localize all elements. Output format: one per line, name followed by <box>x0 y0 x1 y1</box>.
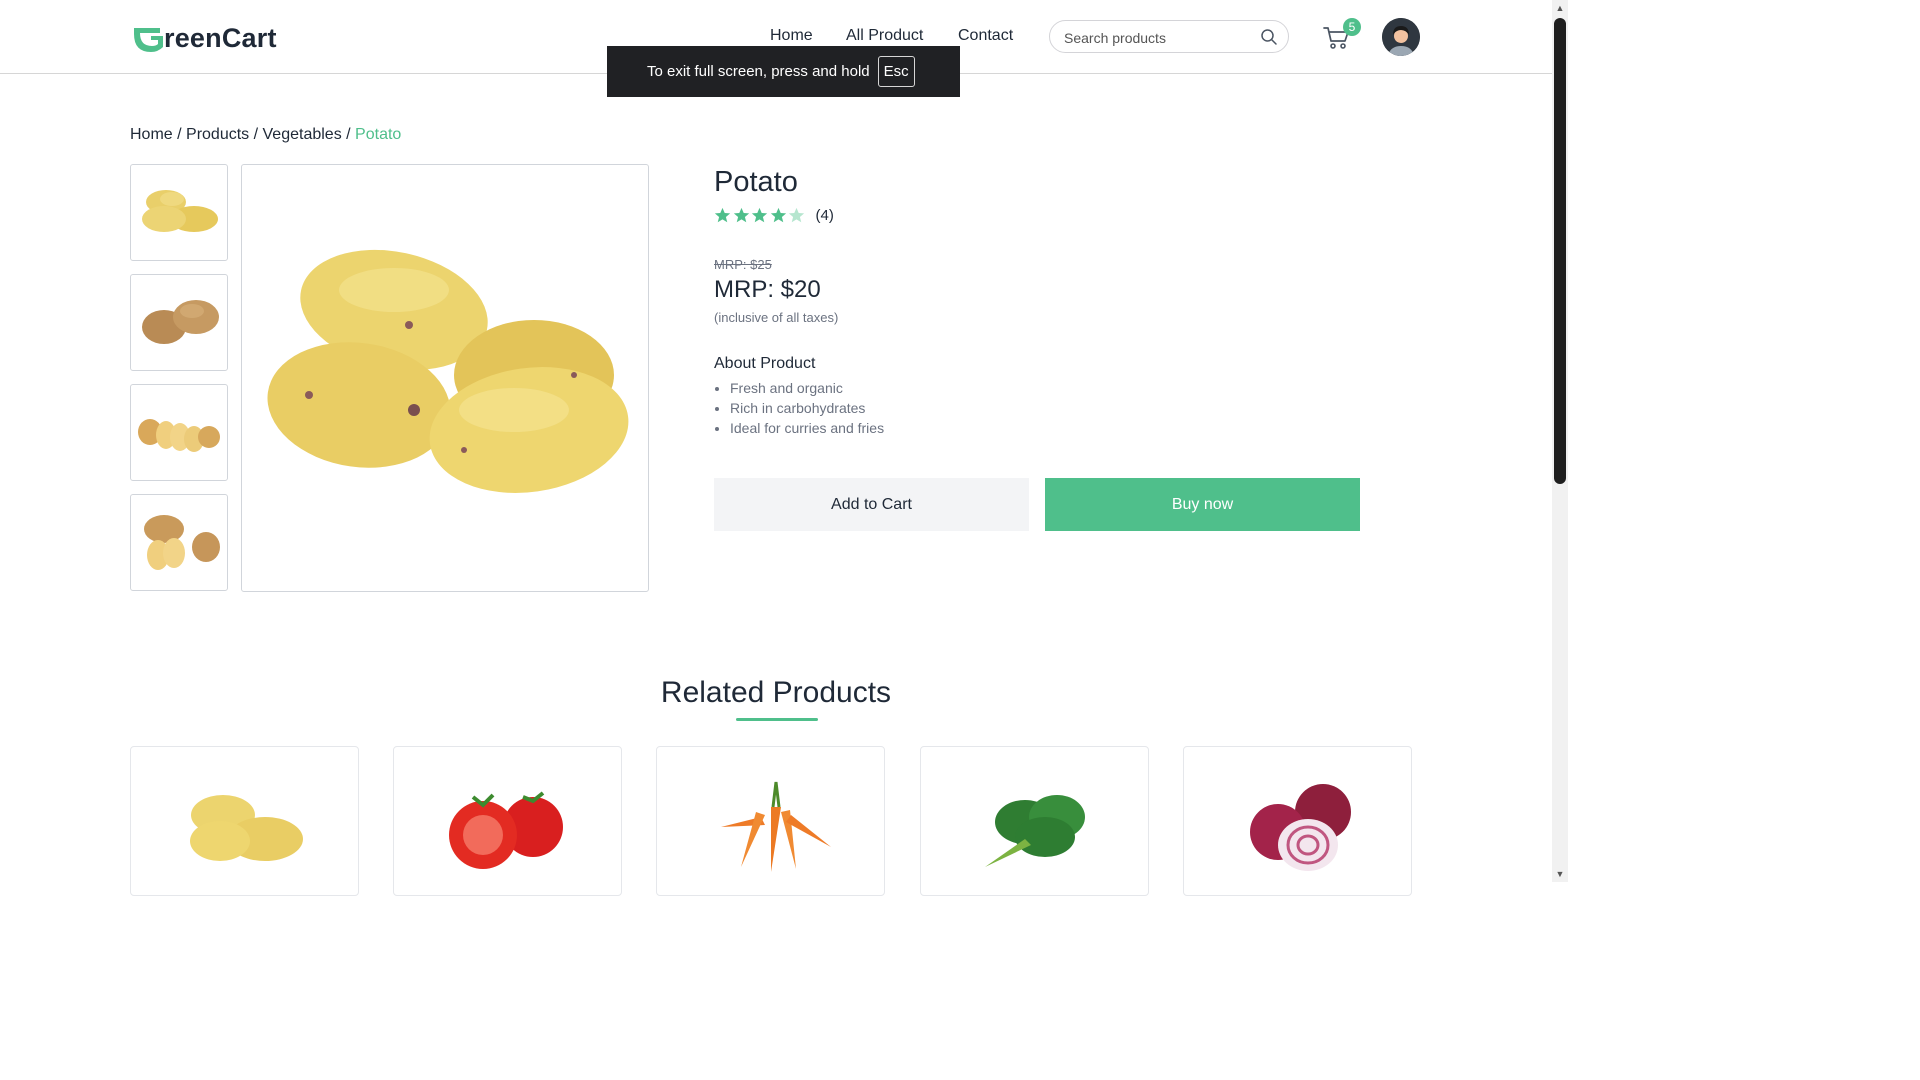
scroll-down-arrow-icon[interactable]: ▼ <box>1554 868 1566 880</box>
greencart-logo[interactable]: reenCart <box>130 20 277 56</box>
toast-message: To exit full screen, press and hold <box>647 63 870 80</box>
about-heading: About Product <box>714 355 816 372</box>
related-products-heading: Related Products <box>660 676 892 709</box>
related-card-tomato[interactable] <box>393 746 622 896</box>
product-thumbnail-1[interactable] <box>130 164 228 261</box>
related-card-spinach[interactable] <box>920 746 1149 896</box>
esc-key-hint: Esc <box>877 56 915 87</box>
buy-now-button[interactable]: Buy now <box>1045 478 1360 531</box>
current-price: MRP: $20 <box>714 276 821 303</box>
product-thumbnail-3[interactable] <box>130 384 228 481</box>
breadcrumb-products[interactable]: Products <box>186 126 249 143</box>
breadcrumb-sep: / <box>341 126 356 143</box>
about-item: Ideal for curries and fries <box>730 418 884 438</box>
carrot-image <box>721 781 831 872</box>
search-input[interactable] <box>1062 27 1256 49</box>
heading-underline <box>736 718 818 721</box>
logo-g-icon <box>134 28 163 52</box>
potato-image <box>190 795 303 861</box>
breadcrumb-vegetables[interactable]: Vegetables <box>263 126 342 143</box>
review-count: (4) <box>815 207 834 224</box>
related-card-potato[interactable] <box>130 746 359 896</box>
search-box <box>1049 20 1289 53</box>
breadcrumb-home[interactable]: Home <box>130 126 173 143</box>
nav-contact[interactable]: Contact <box>958 27 1013 45</box>
logo-text: reenCart <box>164 22 277 53</box>
related-card-onion[interactable] <box>1183 746 1412 896</box>
breadcrumb-current: Potato <box>355 126 402 143</box>
sliced-potato-image <box>138 419 220 452</box>
star-filled-icon <box>770 207 786 223</box>
scrollbar-thumb[interactable] <box>1554 18 1566 484</box>
onion-image <box>1250 784 1351 871</box>
star-empty-icon <box>788 207 805 223</box>
star-filled-icon <box>714 207 731 223</box>
breadcrumb-sep: / <box>249 126 263 143</box>
spinach-image <box>985 795 1085 867</box>
product-thumbnail-2[interactable] <box>130 274 228 371</box>
potato-image <box>142 190 218 232</box>
user-avatar[interactable] <box>1382 18 1420 56</box>
star-filled-icon <box>751 207 768 223</box>
avatar-icon <box>1382 18 1420 56</box>
sliced-potato-image <box>144 515 220 570</box>
old-price: MRP: $25 <box>714 257 772 272</box>
about-list: Fresh and organic Rich in carbohydrates … <box>714 378 884 438</box>
fullscreen-toast: To exit full screen, press and hold Esc <box>607 46 960 97</box>
breadcrumb-sep: / <box>172 126 187 143</box>
star-filled-icon <box>733 207 749 223</box>
cart-count-badge: 5 <box>1343 18 1361 36</box>
nav-all-product[interactable]: All Product <box>846 27 923 45</box>
tax-note: (inclusive of all taxes) <box>714 310 839 325</box>
product-title: Potato <box>714 166 798 198</box>
product-rating: (4) <box>714 207 834 224</box>
related-card-carrot[interactable] <box>656 746 885 896</box>
about-item: Rich in carbohydrates <box>730 398 884 418</box>
potato-image <box>267 249 629 493</box>
search-icon[interactable] <box>1260 28 1278 46</box>
nav-home[interactable]: Home <box>770 27 813 45</box>
product-main-image <box>241 164 649 592</box>
breadcrumb: Home / Products / Vegetables / Potato <box>130 126 401 144</box>
about-item: Fresh and organic <box>730 378 884 398</box>
add-to-cart-button[interactable]: Add to Cart <box>714 478 1029 531</box>
scroll-up-arrow-icon[interactable]: ▲ <box>1554 2 1566 14</box>
product-thumbnail-4[interactable] <box>130 494 228 591</box>
potato-image <box>142 300 219 344</box>
tomato-image <box>449 791 563 869</box>
